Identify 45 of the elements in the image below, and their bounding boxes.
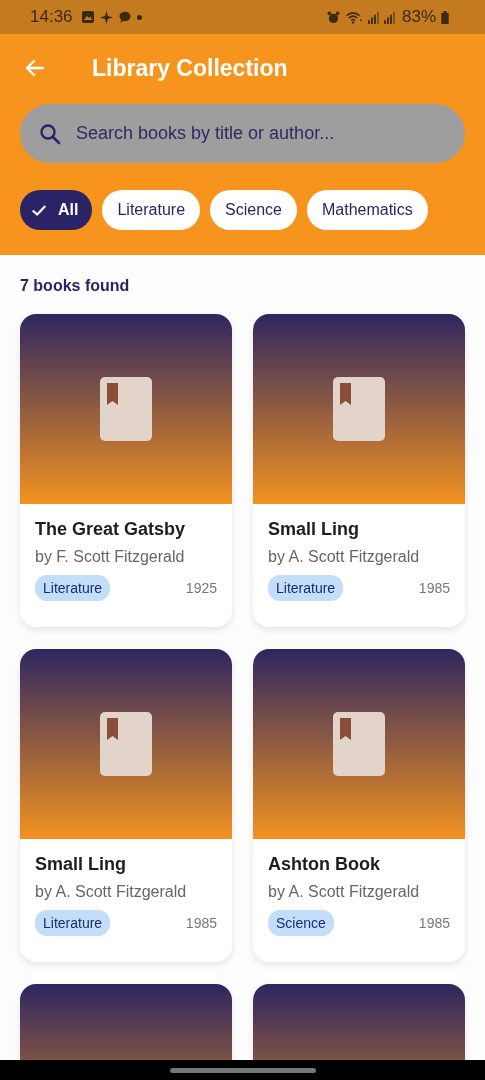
book-card[interactable]: The Great Gatsby by F. Scott Fitzgerald Literature 1925	[20, 314, 232, 627]
book-icon	[100, 377, 152, 441]
result-count: 7 books found	[20, 277, 131, 295]
search-input[interactable]: Search books by title or author...	[74, 122, 447, 145]
search-field[interactable]: Search books by title or author...	[20, 104, 465, 163]
category-tag: Literature	[268, 575, 344, 601]
chat-icon	[117, 10, 132, 24]
filter-chip[interactable]: Science	[210, 190, 297, 230]
book-year: 1925	[185, 580, 217, 596]
book-icon	[333, 377, 385, 441]
book-title: The Great Gatsby	[35, 519, 187, 540]
category-tag: Literature	[35, 910, 111, 936]
sparkle-icon	[99, 10, 113, 24]
wifi-icon	[344, 10, 363, 24]
category-tag: Literature	[35, 575, 111, 601]
book-card[interactable]: Small Ling by A. Scott Fitzgerald Literature 1985	[20, 649, 232, 962]
book-card[interactable]: Small Ling by A. Scott Fitzgerald Literature 1985	[253, 314, 465, 627]
book-author: by F. Scott Fitzgerald	[35, 548, 186, 566]
book-icon	[100, 712, 152, 776]
book-card[interactable]: Ashton Book by A. Scott Fitzgerald Science 1985	[253, 649, 465, 962]
signal-icon	[383, 10, 395, 24]
book-year: 1985	[418, 580, 450, 596]
book-author: by A. Scott Fitzgerald	[268, 548, 421, 566]
dot-icon	[136, 14, 142, 20]
book-year: 1985	[418, 915, 450, 931]
book-title: Ashton Book	[268, 854, 381, 875]
filter-chip[interactable]: Literature	[102, 190, 201, 230]
home-handle[interactable]	[169, 1067, 316, 1073]
book-title: Small Ling	[35, 854, 127, 875]
book-icon	[333, 712, 385, 776]
book-title: Small Ling	[268, 519, 360, 540]
search-icon	[38, 121, 62, 146]
signal-icon	[367, 10, 379, 24]
alarm-icon	[326, 10, 340, 24]
filter-chip[interactable]: All	[20, 190, 93, 230]
book-author: by A. Scott Fitzgerald	[35, 883, 188, 901]
screen-title: Library Collection	[92, 54, 288, 82]
image-icon	[80, 10, 95, 24]
book-author: by A. Scott Fitzgerald	[268, 883, 421, 901]
battery-icon	[441, 10, 449, 24]
filter-chip[interactable]: Mathematics	[306, 190, 428, 230]
status-time: 14:36	[30, 7, 73, 27]
category-tag: Science	[268, 910, 334, 936]
book-year: 1985	[185, 915, 217, 931]
battery-percent: 83%	[401, 7, 436, 27]
